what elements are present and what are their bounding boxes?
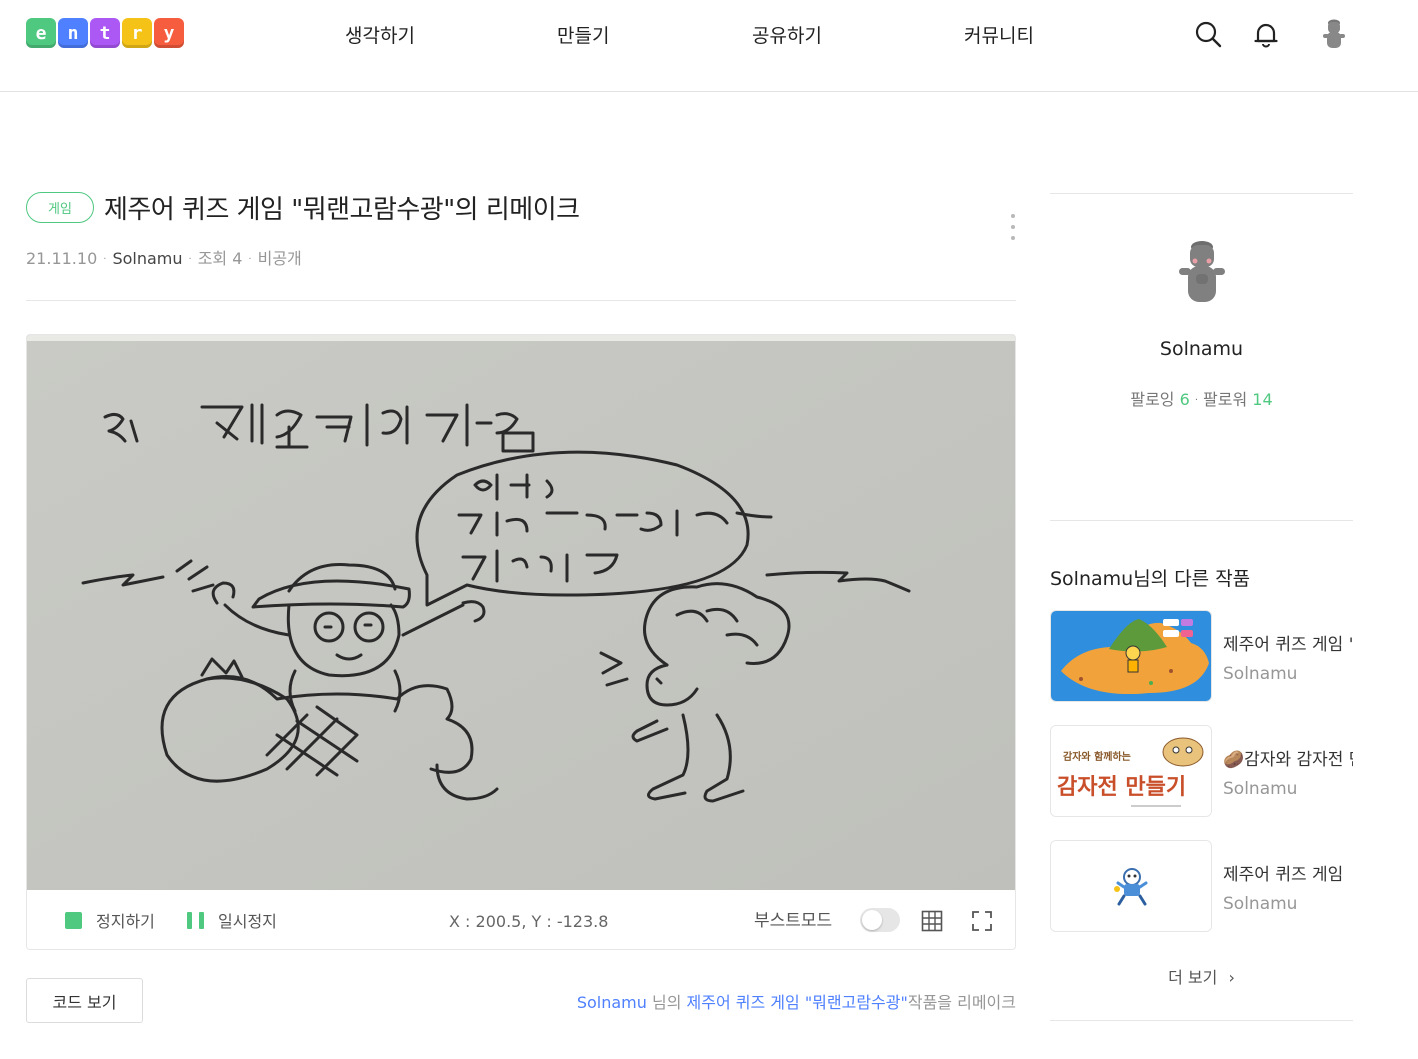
follow-stats: 팔로잉 6 · 팔로워 14 — [1130, 390, 1273, 409]
more-label: 더 보기 — [1168, 968, 1218, 987]
project-visibility: 비공개 — [257, 249, 302, 268]
top-navigation-bar: e n t r y 생각하기 만들기 공유하기 커뮤니티 — [0, 0, 1418, 92]
logo-letter: t — [90, 18, 120, 48]
work-author: Solnamu — [1223, 779, 1298, 799]
divider — [1050, 193, 1353, 194]
divider — [26, 300, 1016, 301]
profile-name[interactable]: Solnamu — [1050, 338, 1353, 360]
follower-count[interactable]: 14 — [1252, 390, 1272, 409]
stop-label: 정지하기 — [96, 912, 155, 931]
nav-share[interactable]: 공유하기 — [752, 21, 822, 48]
work-title: 제주어 퀴즈 게임 "뭐랜고람수광" — [1223, 635, 1353, 655]
stop-icon — [65, 911, 82, 929]
stop-button[interactable]: 정지하기 — [65, 908, 155, 932]
pause-button[interactable]: 일시정지 — [187, 908, 277, 932]
player-controls: 정지하기 일시정지 X : 200.5, Y : -123.8 부스트모드 — [27, 890, 1015, 949]
other-work-item[interactable]: 제주어 퀴즈 게임 Solnamu — [1050, 840, 1353, 932]
entry-logo[interactable]: e n t r y — [26, 18, 184, 48]
pause-label: 일시정지 — [218, 912, 277, 931]
thumb-subtitle: 감자와 함께하는 — [1063, 750, 1131, 763]
logo-letter: n — [58, 18, 88, 48]
view-code-button[interactable]: 코드 보기 — [26, 978, 143, 1023]
fullscreen-icon[interactable] — [971, 910, 993, 932]
work-thumbnail: 감자와 함께하는 감자전 만들기 — [1050, 725, 1212, 817]
boost-mode-toggle[interactable] — [860, 908, 900, 932]
other-works-title: Solnamu님의 다른 작품 — [1050, 568, 1251, 590]
boost-mode-label: 부스트모드 — [754, 911, 833, 931]
remake-mid-text: 님의 — [646, 993, 687, 1012]
more-works-link[interactable]: 더 보기 › — [1050, 964, 1353, 988]
search-icon[interactable] — [1194, 20, 1222, 48]
project-stage[interactable] — [27, 335, 1015, 890]
logo-letter: y — [154, 18, 184, 48]
other-work-item[interactable]: 감자와 함께하는 감자전 만들기 🥔감자와 감자전 만들기 Solnamu — [1050, 725, 1353, 817]
thumb-title: 감자전 만들기 — [1057, 775, 1186, 800]
genre-badge: 게임 — [26, 192, 94, 223]
following-count[interactable]: 6 — [1180, 390, 1190, 409]
more-options-icon[interactable] — [1007, 214, 1019, 240]
project-views: 조회 4 — [197, 249, 243, 268]
work-thumbnail — [1050, 840, 1212, 932]
remake-source-title-link[interactable]: 제주어 퀴즈 게임 "뭐랜고람수광" — [687, 993, 908, 1012]
grid-icon[interactable] — [921, 910, 943, 932]
remake-source-info: Solnamu 님의 제주어 퀴즈 게임 "뭐랜고람수광"작품을 리메이크 — [577, 989, 1016, 1013]
work-author: Solnamu — [1223, 894, 1298, 914]
mouse-coordinates: X : 200.5, Y : -123.8 — [449, 912, 609, 931]
logo-letter: e — [26, 18, 56, 48]
jeju-island-thumbnail-image — [1051, 611, 1211, 701]
nav-create[interactable]: 만들기 — [557, 21, 609, 48]
other-work-item[interactable]: 제주어 퀴즈 게임 "뭐랜고람수광" Solnamu — [1050, 610, 1353, 702]
nav-think[interactable]: 생각하기 — [345, 21, 415, 48]
remake-suffix-text: 작품을 리메이크 — [907, 993, 1016, 1012]
work-title: 🥔감자와 감자전 만들기 — [1223, 750, 1353, 770]
following-label: 팔로잉 — [1130, 390, 1175, 409]
user-avatar-icon[interactable] — [1321, 18, 1347, 50]
potato-pancake-thumbnail-image: 감자와 함께하는 감자전 만들기 — [1051, 726, 1211, 816]
divider — [1050, 1020, 1353, 1021]
notification-bell-icon[interactable] — [1252, 20, 1280, 48]
chevron-right-icon: › — [1228, 968, 1235, 987]
character-thumbnail-image — [1051, 841, 1211, 931]
work-title: 제주어 퀴즈 게임 — [1223, 865, 1344, 885]
project-date: 21.11.10 — [26, 249, 98, 268]
project-title: 제주어 퀴즈 게임 "뭐랜고람수광"의 리메이크 — [104, 195, 580, 225]
work-thumbnail — [1050, 610, 1212, 702]
remake-source-author-link[interactable]: Solnamu — [577, 993, 647, 1012]
divider — [1050, 520, 1353, 521]
profile-avatar[interactable] — [1176, 238, 1228, 306]
logo-letter: r — [122, 18, 152, 48]
follower-label: 팔로워 — [1203, 390, 1248, 409]
nav-community[interactable]: 커뮤니티 — [964, 21, 1034, 48]
project-meta: 21.11.10 · Solnamu · 조회 4 · 비공개 — [26, 249, 302, 268]
work-author: Solnamu — [1223, 664, 1298, 684]
project-author[interactable]: Solnamu — [112, 249, 182, 268]
pause-icon — [187, 911, 204, 929]
hand-drawn-scene-image — [27, 335, 1015, 890]
project-player: 정지하기 일시정지 X : 200.5, Y : -123.8 부스트모드 — [26, 334, 1016, 950]
